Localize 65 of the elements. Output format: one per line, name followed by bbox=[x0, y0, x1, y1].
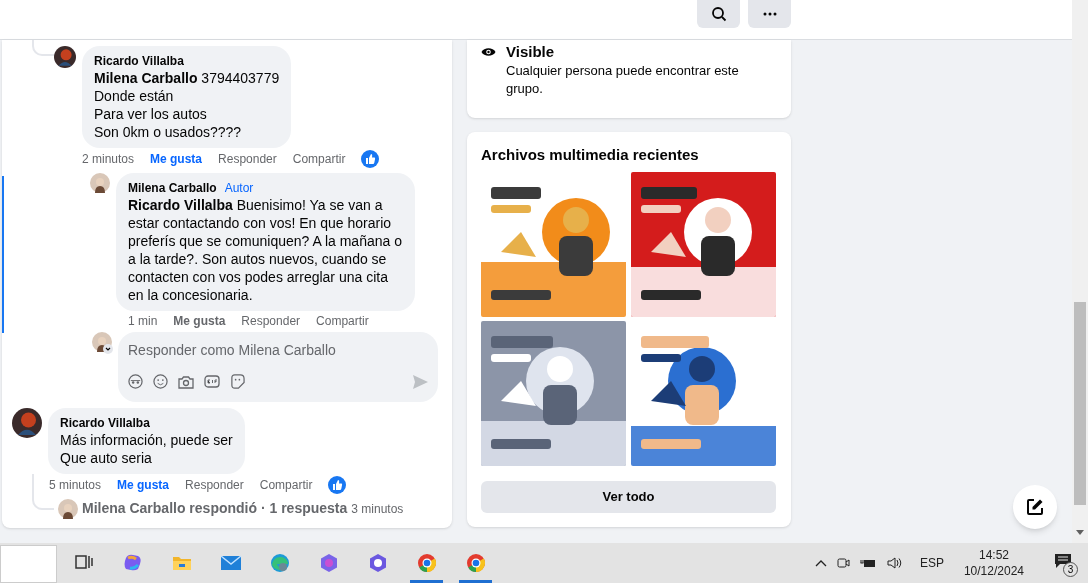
like-link[interactable]: Me gusta bbox=[173, 313, 226, 329]
caret-icon[interactable] bbox=[103, 344, 113, 354]
scrollbar[interactable] bbox=[1072, 0, 1088, 543]
emoji-icon[interactable] bbox=[153, 374, 168, 389]
reply-link[interactable]: Responder bbox=[218, 151, 277, 167]
edit-icon bbox=[1026, 498, 1044, 516]
volume-icon[interactable] bbox=[886, 556, 904, 570]
share-link[interactable]: Compartir bbox=[259, 477, 313, 493]
share-link[interactable]: Compartir bbox=[292, 151, 346, 167]
like-link[interactable]: Me gusta bbox=[150, 151, 203, 167]
avatar-sticker-icon[interactable] bbox=[128, 374, 143, 389]
search-field[interactable] bbox=[0, 545, 57, 583]
comment-text: Para ver los autos bbox=[94, 105, 208, 123]
privacy-title: Visible bbox=[506, 42, 556, 62]
author-label: Autor bbox=[223, 180, 255, 196]
like-link[interactable]: Me gusta bbox=[117, 477, 170, 493]
avatar[interactable] bbox=[54, 46, 76, 68]
avatar[interactable] bbox=[58, 498, 78, 519]
language-indicator[interactable]: ESP bbox=[919, 554, 944, 572]
comment-text: Donde están bbox=[94, 87, 175, 105]
like-reaction-icon[interactable] bbox=[328, 476, 347, 494]
comment-text: Más información, puede ser bbox=[60, 431, 233, 449]
media-title: Archivos multimedia recientes bbox=[481, 146, 700, 164]
comment-time[interactable]: 2 minutos bbox=[82, 151, 135, 167]
search-icon bbox=[710, 6, 727, 22]
browser-icon bbox=[415, 552, 438, 574]
gif-icon[interactable] bbox=[204, 375, 220, 388]
browser-icon bbox=[464, 552, 487, 574]
sticker-icon[interactable] bbox=[230, 374, 245, 389]
compose-button[interactable] bbox=[1013, 485, 1057, 529]
reply-link[interactable]: Responder bbox=[241, 313, 301, 329]
battery-icon[interactable] bbox=[859, 557, 877, 569]
search-button[interactable] bbox=[697, 0, 740, 28]
privacy-description: Cualquier persona puede encontrar este grupo. bbox=[506, 62, 740, 98]
more-icon bbox=[762, 12, 777, 16]
reply-link[interactable]: Responder bbox=[185, 477, 244, 493]
avatar[interactable] bbox=[12, 408, 42, 438]
eye-icon bbox=[481, 47, 496, 57]
chevron-up-icon[interactable] bbox=[814, 559, 827, 567]
comment-text: Son 0km o usados???? bbox=[94, 123, 243, 141]
comment-author[interactable]: Ricardo Villalba bbox=[60, 415, 150, 431]
clock[interactable]: 14:52 10/12/2024 bbox=[959, 547, 1028, 579]
comment-time[interactable]: 1 min bbox=[128, 313, 158, 329]
reply-time: 3 minutos bbox=[351, 500, 404, 518]
comment-author[interactable]: Milena Carballo bbox=[128, 180, 217, 196]
scroll-down-icon[interactable] bbox=[1076, 530, 1084, 535]
comment-text: Ricardo Villalba Buenisimo! Ya se van a estar contactando con vos! En que horario preferís que se comuniquen? A la mañana o a la tarde?. Son autos nuevos, cuando se contacten con vos podes arreglar una cita en la concesionaria. bbox=[128, 196, 403, 304]
camera-icon[interactable] bbox=[836, 555, 850, 571]
avatar[interactable] bbox=[90, 173, 110, 193]
replies-link[interactable]: Milena Carballo respondió · 1 respuesta bbox=[82, 498, 348, 519]
reply-input[interactable]: Responder como Milena Carballo bbox=[128, 340, 428, 361]
reply-field[interactable]: Responder como Milena Carballo bbox=[118, 332, 438, 402]
share-link[interactable]: Compartir bbox=[316, 313, 369, 329]
comment-text: Que auto seria bbox=[60, 449, 153, 467]
see-all-button[interactable]: Ver todo bbox=[481, 481, 776, 513]
comment-time[interactable]: 5 minutos bbox=[49, 477, 102, 493]
comment-author[interactable]: Ricardo Villalba bbox=[94, 53, 184, 69]
browser-icon bbox=[268, 552, 291, 574]
thread-line bbox=[32, 474, 54, 510]
scrollbar-thumb[interactable] bbox=[1074, 302, 1086, 505]
camera-icon[interactable] bbox=[178, 374, 194, 389]
comment-text: Milena Carballo 3794403779 bbox=[94, 69, 280, 87]
like-reaction-icon[interactable] bbox=[361, 150, 380, 168]
notification-count: 3 bbox=[1063, 562, 1078, 577]
notifications-button[interactable]: 3 bbox=[1052, 550, 1078, 576]
